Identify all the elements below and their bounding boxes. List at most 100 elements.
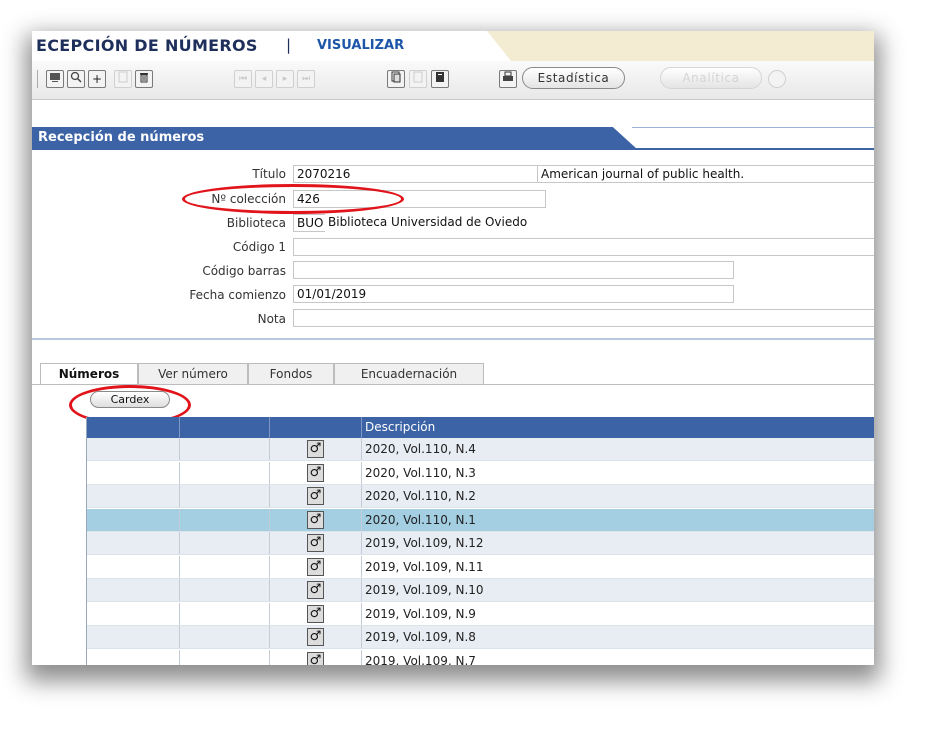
title-separator: | xyxy=(286,36,292,54)
table-row[interactable]: ♂ 2020, Vol.110, N.3 xyxy=(87,461,874,485)
print-icon[interactable] xyxy=(499,70,517,88)
issue-description: 2019, Vol.109, N.7 xyxy=(365,653,476,666)
toolbar: + ⏮ ◂ ▸ ⏭ Estadística Analítica xyxy=(32,61,874,100)
edit-issue-icon[interactable]: ♂ xyxy=(307,510,324,529)
table-cell xyxy=(180,602,270,625)
section-header: Recepción de números xyxy=(32,127,874,150)
nota-field[interactable] xyxy=(293,309,874,327)
prev-icon: ◂ xyxy=(255,70,273,88)
table-row[interactable]: ♂ 2020, Vol.110, N.2 xyxy=(87,485,874,508)
biblioteca-code-field[interactable]: BUO xyxy=(293,214,326,232)
tab-numeros[interactable]: Números xyxy=(40,363,138,385)
table-cell xyxy=(87,626,180,648)
last-icon: ⏭ xyxy=(297,70,315,88)
table-row[interactable]: ♂ 2019, Vol.109, N.12 xyxy=(87,532,874,555)
page: ECEPCIÓN DE NÚMEROS | VISUALIZAR + ⏮ ◂ ▸… xyxy=(32,31,874,665)
descripcion-header[interactable]: Descripción xyxy=(365,420,435,434)
first-icon: ⏮ xyxy=(234,70,252,88)
codigo1-label: Código 1 xyxy=(232,240,286,254)
edit-issue-icon[interactable]: ♂ xyxy=(307,628,324,646)
form-divider xyxy=(32,338,874,340)
table-cell xyxy=(180,532,270,554)
header-cell xyxy=(180,417,270,438)
codigo-barras-field[interactable] xyxy=(293,261,734,279)
biblioteca-label: Biblioteca xyxy=(226,216,286,230)
table-cell xyxy=(87,461,180,484)
issue-description: 2019, Vol.109, N.11 xyxy=(365,559,484,574)
issue-description: 2019, Vol.109, N.10 xyxy=(365,583,484,597)
book-icon[interactable] xyxy=(431,70,449,88)
coleccion-highlight-ellipse xyxy=(182,184,404,214)
table-cell xyxy=(180,555,270,578)
table-cell xyxy=(87,485,180,507)
issue-description: 2020, Vol.110, N.4 xyxy=(365,442,476,456)
table-row[interactable]: ♂ 2020, Vol.110, N.1 xyxy=(87,508,874,532)
table-row[interactable]: ♂ 2019, Vol.109, N.10 xyxy=(87,579,874,602)
section-header-rule xyxy=(632,127,874,128)
numbers-table: Descripción ♂ 2020, Vol.110, N.4 ♂ 2020, Vo… xyxy=(86,417,874,665)
tab-fondos[interactable]: Fondos xyxy=(248,363,334,385)
edit-issue-icon[interactable]: ♂ xyxy=(307,534,324,552)
nota-label: Nota xyxy=(257,312,286,326)
estadistica-button[interactable]: Estadística xyxy=(522,67,625,89)
doc2-icon xyxy=(409,70,427,88)
table-cell xyxy=(180,649,270,665)
codigo-barras-label: Código barras xyxy=(202,264,286,278)
tab-ver-numero[interactable]: Ver número xyxy=(138,363,248,385)
titulo-label: Título xyxy=(252,167,286,181)
table-cell xyxy=(180,438,270,460)
table-cell xyxy=(87,579,180,601)
table-cell xyxy=(87,555,180,578)
issue-description: 2020, Vol.110, N.1 xyxy=(365,512,476,527)
edit-issue-icon[interactable]: ♂ xyxy=(307,651,324,665)
tab-encuadernacion[interactable]: Encuadernación xyxy=(334,363,484,385)
table-cell xyxy=(87,602,180,625)
table-row[interactable]: ♂ 2019, Vol.109, N.7 xyxy=(87,649,874,666)
edit-issue-icon[interactable]: ♂ xyxy=(307,463,324,482)
table-row[interactable]: ♂ 2019, Vol.109, N.8 xyxy=(87,626,874,649)
table-cell xyxy=(180,461,270,484)
header-cell xyxy=(270,417,362,438)
edit-issue-icon[interactable]: ♂ xyxy=(307,440,324,458)
table-cell xyxy=(180,626,270,648)
issue-description: 2019, Vol.109, N.12 xyxy=(365,536,484,550)
analitica-button: Analítica xyxy=(660,67,762,89)
tab-visualizar[interactable]: VISUALIZAR xyxy=(317,38,404,53)
edit-issue-icon[interactable]: ♂ xyxy=(307,581,324,599)
issue-description: 2020, Vol.110, N.3 xyxy=(365,465,476,480)
next-icon: ▸ xyxy=(276,70,294,88)
issue-description: 2019, Vol.109, N.9 xyxy=(365,606,476,621)
table-header: Descripción xyxy=(87,417,874,438)
edit-issue-icon[interactable]: ♂ xyxy=(307,487,324,505)
issue-description: 2019, Vol.109, N.8 xyxy=(365,630,476,644)
fecha-field[interactable]: 01/01/2019 xyxy=(293,285,734,303)
tab-bar-underline xyxy=(32,384,874,385)
analitica-extra-icon xyxy=(768,70,786,88)
titulo-code-field[interactable]: 2070216 xyxy=(293,165,538,183)
plus-icon[interactable]: + xyxy=(88,70,106,88)
tab-bar: Números Ver número Fondos Encuadernación xyxy=(32,363,874,385)
copy-icon[interactable] xyxy=(387,70,405,88)
table-row[interactable]: ♂ 2020, Vol.110, N.4 xyxy=(87,438,874,461)
trash-icon[interactable] xyxy=(135,70,153,88)
table-cell xyxy=(180,485,270,507)
biblioteca-field: Biblioteca Universidad de Oviedo xyxy=(325,214,874,232)
edit-issue-icon[interactable]: ♂ xyxy=(307,557,324,576)
table-cell xyxy=(87,532,180,554)
fecha-label: Fecha comienzo xyxy=(189,288,286,302)
screen-icon[interactable] xyxy=(46,70,64,88)
table-row[interactable]: ♂ 2019, Vol.109, N.11 xyxy=(87,555,874,579)
section-header-underline xyxy=(32,148,874,150)
header-cell xyxy=(87,417,180,438)
search-icon[interactable] xyxy=(67,70,85,88)
section-title: Recepción de números xyxy=(38,130,205,145)
issue-description: 2020, Vol.110, N.2 xyxy=(365,489,476,503)
titulo-field[interactable]: American journal of public health. xyxy=(537,165,874,183)
toolbar-divider xyxy=(37,70,38,88)
codigo1-field[interactable] xyxy=(293,238,874,256)
table-row[interactable]: ♂ 2019, Vol.109, N.9 xyxy=(87,602,874,626)
table-cell xyxy=(87,649,180,665)
table-cell xyxy=(87,438,180,460)
table-cell xyxy=(180,508,270,531)
edit-issue-icon[interactable]: ♂ xyxy=(307,604,324,623)
